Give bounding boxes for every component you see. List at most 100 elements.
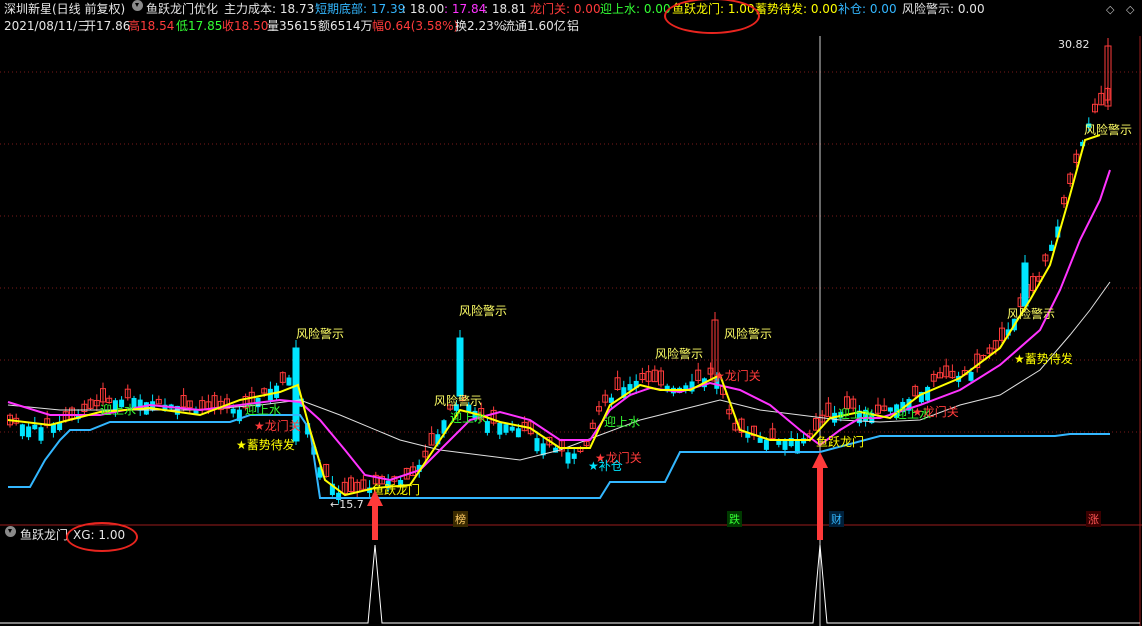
- cost-line: [8, 414, 1110, 499]
- candle: [286, 374, 292, 386]
- candle: [497, 421, 503, 440]
- candle: [236, 405, 242, 424]
- candle: [769, 422, 776, 441]
- candle: [937, 367, 943, 379]
- candle: [248, 386, 255, 404]
- welcome-label: 迎上水: [100, 403, 136, 417]
- candle: [155, 395, 162, 405]
- fish-label: 鱼跃龙门: [372, 482, 420, 497]
- lower-panel-name[interactable]: 鱼跃龙门: [20, 526, 68, 544]
- ma-white: [7, 281, 1111, 461]
- candle: [137, 394, 143, 416]
- gate-label: ★龙门关: [912, 404, 959, 419]
- highlight-ring-xg: [66, 522, 138, 552]
- ma-yellow: [7, 134, 1101, 497]
- welcome-label: 迎上水: [838, 407, 874, 421]
- candle: [428, 426, 435, 446]
- candle: [1042, 253, 1049, 267]
- candle: [490, 406, 497, 426]
- candle: [1049, 240, 1055, 252]
- signal-labels: 风险警示风险警示风险警示风险警示风险警示风险警示风险警示迎上水 迎上水迎上水 迎上水…: [100, 122, 1132, 540]
- candle: [596, 401, 602, 416]
- candle: [540, 437, 546, 459]
- risk-label: 风险警示: [1007, 306, 1055, 321]
- candle: [341, 477, 348, 495]
- candle: [503, 423, 509, 436]
- candle: [93, 394, 100, 411]
- candle: [794, 433, 800, 454]
- candle: [813, 412, 819, 431]
- candle: [26, 421, 32, 441]
- candle-spike: [1021, 255, 1029, 310]
- risk-label: 风险警示: [459, 303, 507, 318]
- candle: [651, 365, 658, 383]
- fish-label: 鱼跃龙门: [816, 434, 864, 449]
- candle: [695, 362, 702, 384]
- red-arrow-icon: [812, 452, 828, 540]
- candle: [602, 389, 609, 407]
- event-zhang[interactable]: 涨: [1086, 511, 1101, 527]
- candle: [974, 349, 981, 373]
- candle: [186, 400, 193, 413]
- candle: [1061, 194, 1067, 209]
- candle-spike: [456, 330, 464, 400]
- candle: [509, 420, 515, 433]
- candle: [658, 367, 664, 388]
- welcome-label: 迎上水: [245, 403, 281, 417]
- welcome-label: 迎上水: [604, 415, 640, 429]
- xg-signal-line: [0, 544, 1140, 624]
- risk-label: 风险警示: [655, 346, 703, 361]
- candle: [912, 384, 919, 399]
- welcome-label: 迎上水: [450, 411, 486, 425]
- candle: [1092, 98, 1098, 114]
- candle: [565, 449, 571, 469]
- candle: [614, 370, 621, 391]
- kline-chart[interactable]: 风险警示风险警示风险警示风险警示风险警示风险警示风险警示迎上水 迎上水迎上水 迎上水…: [0, 0, 1142, 626]
- candle: [1104, 87, 1111, 104]
- candle: [930, 370, 937, 388]
- ready-label: ★蓄势待发: [1014, 351, 1073, 366]
- candle: [354, 479, 361, 498]
- candle: [217, 395, 224, 415]
- candles: [7, 38, 1112, 504]
- high-price-mark: 30.82: [1058, 38, 1090, 51]
- candle: [348, 475, 354, 494]
- candle: [13, 413, 20, 426]
- replenish-label: ★补仓: [588, 459, 623, 473]
- candle: [360, 475, 367, 492]
- low-price-mark: ←15.7: [330, 498, 364, 511]
- candle: [279, 371, 286, 386]
- candle: [943, 358, 950, 379]
- candle: [751, 425, 757, 440]
- candle: [745, 426, 751, 443]
- candle: [825, 397, 832, 417]
- gate-label: ★龙门关: [254, 418, 301, 433]
- candle: [75, 409, 81, 424]
- candle: [124, 384, 131, 401]
- candle: [38, 423, 44, 445]
- candle: [633, 374, 639, 395]
- lower-panel: [0, 544, 1140, 624]
- ready-label: ★蓄势待发: [236, 437, 295, 452]
- candle: [645, 365, 652, 386]
- risk-label: 风险警示: [296, 326, 344, 341]
- candle: [589, 419, 596, 429]
- candle: [639, 367, 646, 383]
- gate-label: ★龙门关: [714, 368, 761, 383]
- candle: [881, 398, 888, 412]
- event-die[interactable]: 跌: [727, 511, 742, 527]
- candle: [87, 397, 94, 410]
- risk-label: 风险警示: [1084, 122, 1132, 137]
- event-cai[interactable]: 财: [829, 511, 844, 527]
- candle: [999, 321, 1005, 344]
- candle: [1098, 85, 1105, 106]
- candle: [19, 423, 25, 440]
- candle: [81, 400, 88, 415]
- event-bang[interactable]: 榜: [453, 511, 468, 527]
- risk-label: 风险警示: [434, 393, 482, 408]
- candle: [199, 396, 206, 415]
- lower-dropdown-icon[interactable]: [5, 526, 16, 537]
- candle: [571, 447, 577, 465]
- risk-label: 风险警示: [724, 326, 772, 341]
- candle: [949, 364, 956, 379]
